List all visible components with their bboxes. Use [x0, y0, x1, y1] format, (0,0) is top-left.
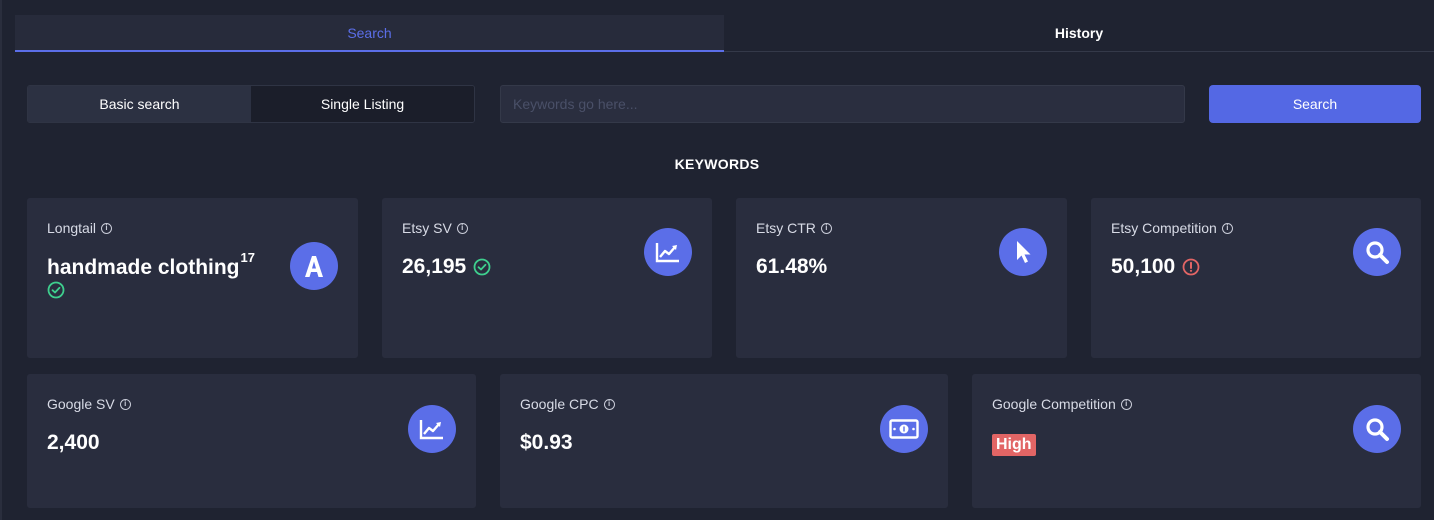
info-icon[interactable]: i — [101, 222, 113, 234]
info-icon[interactable]: i — [603, 398, 615, 410]
etsy-sv-value: 26,195 — [402, 255, 467, 278]
etsy-ctr-label: Etsy CTR — [756, 220, 816, 236]
etsy-competition-card: Etsy Competition i 50,100 — [1091, 198, 1421, 358]
single-listing-button[interactable]: Single Listing — [251, 86, 474, 122]
left-edge-divider — [0, 0, 2, 520]
google-sv-value: 2,400 — [47, 431, 100, 454]
info-icon[interactable]: i — [456, 222, 468, 234]
trend-chart-icon — [408, 405, 456, 453]
google-sv-label: Google SV — [47, 396, 115, 412]
longtail-label: Longtail — [47, 220, 97, 236]
longtail-card: Longtail i handmade clothing17 — [27, 198, 358, 358]
app-frame: Search History Basic search Single Listi… — [0, 0, 1434, 520]
info-icon[interactable]: i — [119, 398, 131, 410]
info-icon[interactable]: i — [1221, 222, 1233, 234]
google-cpc-label: Google CPC — [520, 396, 599, 412]
tab-history[interactable]: History — [724, 15, 1434, 52]
magnifier-icon — [1353, 405, 1401, 453]
google-competition-label: Google Competition — [992, 396, 1116, 412]
etsy-sv-label: Etsy SV — [402, 220, 452, 236]
search-mode-toggle: Basic search Single Listing — [27, 85, 475, 123]
etsy-ctr-card: Etsy CTR i 61.48% — [736, 198, 1067, 358]
check-circle-icon — [47, 281, 65, 299]
alert-circle-icon — [1182, 258, 1200, 276]
etsy-competition-value: 50,100 — [1111, 255, 1176, 278]
etsy-competition-label: Etsy Competition — [1111, 220, 1217, 236]
keywords-search-input[interactable] — [500, 85, 1185, 123]
pointer-icon — [999, 228, 1047, 276]
keywords-section-title: KEYWORDS — [674, 156, 760, 172]
google-sv-card: Google SV i 2,400 — [27, 374, 476, 508]
trend-chart-icon — [644, 228, 692, 276]
basic-search-button[interactable]: Basic search — [28, 86, 251, 122]
competition-level-badge: High — [992, 434, 1036, 456]
letter-a-icon — [290, 242, 338, 290]
info-icon[interactable]: i — [820, 222, 832, 234]
etsy-sv-card: Etsy SV i 26,195 — [382, 198, 712, 358]
search-button[interactable]: Search — [1209, 85, 1421, 123]
magnifier-icon — [1353, 228, 1401, 276]
check-circle-icon — [473, 258, 491, 276]
banknote-icon — [880, 405, 928, 453]
google-cpc-value: $0.93 — [520, 431, 573, 454]
tab-search[interactable]: Search — [15, 15, 724, 52]
tab-bar: Search History — [15, 15, 1434, 52]
google-cpc-card: Google CPC i $0.93 — [500, 374, 948, 508]
longtail-value: handmade clothing17 — [47, 250, 255, 279]
longtail-superscript: 17 — [240, 250, 255, 265]
etsy-ctr-value: 61.48% — [756, 255, 828, 278]
google-competition-card: Google Competition i High — [972, 374, 1421, 508]
info-icon[interactable]: i — [1120, 398, 1132, 410]
